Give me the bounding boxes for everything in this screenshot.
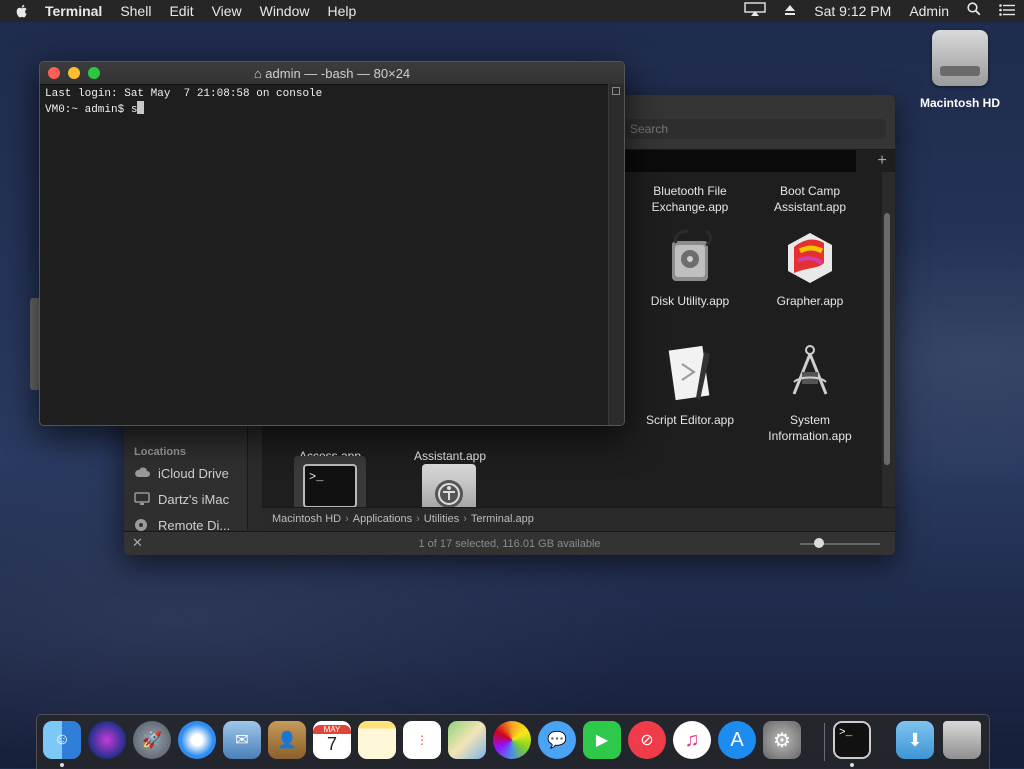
file-item-label: Grapher.app bbox=[776, 294, 844, 308]
dock-safari-icon[interactable]: ✧ bbox=[178, 721, 216, 759]
dock-downloads-folder-icon[interactable]: ⬇ bbox=[896, 721, 934, 759]
finder-status-bar: ✕ 1 of 17 selected, 116.01 GB available bbox=[124, 531, 895, 555]
terminal-prompt-line: VM0:~ admin$ s bbox=[45, 101, 605, 117]
notification-center-icon[interactable] bbox=[990, 0, 1024, 22]
menu-app-name[interactable]: Terminal bbox=[36, 0, 111, 22]
dock-contacts-icon[interactable]: 👤 bbox=[268, 721, 306, 759]
eject-icon[interactable] bbox=[775, 0, 805, 22]
terminal-title: ⌂ admin — -bash — 80×24 bbox=[40, 66, 624, 81]
text-cursor bbox=[137, 101, 145, 114]
dock-trash-icon[interactable] bbox=[943, 721, 981, 759]
script-editor-icon bbox=[660, 342, 720, 406]
file-item-label: Disk Utility.app bbox=[650, 294, 730, 308]
spotlight-search-icon[interactable] bbox=[958, 0, 990, 22]
sidebar-item-label: iCloud Drive bbox=[158, 465, 229, 481]
menu-edit[interactable]: Edit bbox=[160, 0, 202, 22]
terminal-prompt: VM0:~ admin$ s bbox=[45, 104, 138, 116]
menu-extras: Sat 9:12 PM Admin bbox=[735, 0, 1024, 22]
chevron-right-icon: › bbox=[463, 512, 467, 525]
sidebar-item-icloud-drive[interactable]: iCloud Drive bbox=[134, 463, 229, 483]
dock-system-preferences-icon[interactable]: ⚙ bbox=[763, 721, 801, 759]
home-folder-icon: ⌂ bbox=[253, 66, 266, 81]
dock-mail-icon[interactable]: ✉ bbox=[223, 721, 261, 759]
dock-news-icon[interactable]: ⊘ bbox=[628, 721, 666, 759]
sidebar-item-label: Dartz's iMac bbox=[158, 491, 230, 507]
dock-launchpad-icon[interactable]: 🚀 bbox=[133, 721, 171, 759]
desktop-macintosh-hd[interactable]: Macintosh HD bbox=[918, 30, 1002, 110]
terminal-app-icon: >_ bbox=[303, 464, 357, 508]
dock-calendar-icon[interactable]: MAY 7 bbox=[313, 721, 351, 759]
finder-path-bar: Macintosh HD › Applications › Utilities … bbox=[262, 507, 895, 529]
file-item-disk-utility[interactable]: Disk Utility.app bbox=[630, 227, 750, 309]
chevron-right-icon: › bbox=[416, 512, 420, 525]
sidebar-item-imac[interactable]: Dartz's iMac bbox=[134, 489, 229, 509]
dock-reminders-icon[interactable]: ⋮ bbox=[403, 721, 441, 759]
menu-window[interactable]: Window bbox=[251, 0, 319, 22]
chevron-right-icon: › bbox=[345, 512, 349, 525]
dock-facetime-icon[interactable]: ▶ bbox=[583, 721, 621, 759]
file-item-boot-camp-assistant[interactable]: Boot Camp Assistant.app bbox=[750, 183, 870, 215]
calendar-day: 7 bbox=[326, 734, 337, 754]
dock-siri-icon[interactable] bbox=[88, 721, 126, 759]
path-crumb-utilities[interactable]: Utilities bbox=[424, 513, 459, 525]
dock-maps-icon[interactable] bbox=[448, 721, 486, 759]
terminal-window: ⌂ admin — -bash — 80×24 Last login: Sat … bbox=[39, 61, 625, 426]
dock-app-store-icon[interactable]: A bbox=[718, 721, 756, 759]
terminal-output[interactable]: Last login: Sat May 7 21:08:58 on consol… bbox=[40, 84, 610, 425]
new-tab-plus-icon[interactable]: + bbox=[873, 152, 891, 170]
running-indicator bbox=[60, 763, 64, 767]
dock-itunes-icon[interactable]: ♫ bbox=[673, 721, 711, 759]
menu-shell[interactable]: Shell bbox=[111, 0, 160, 22]
calendar-month: MAY bbox=[313, 725, 351, 734]
menu-clock[interactable]: Sat 9:12 PM bbox=[805, 0, 900, 22]
computer-icon bbox=[134, 492, 150, 506]
dock-divider bbox=[824, 723, 825, 761]
terminal-title-bar[interactable]: ⌂ admin — -bash — 80×24 bbox=[40, 62, 624, 85]
file-item-system-information[interactable]: System Information.app bbox=[750, 342, 870, 444]
path-crumb-terminal-app[interactable]: Terminal.app bbox=[471, 513, 534, 525]
sidebar-section-locations: Locations bbox=[134, 446, 186, 458]
finder-tab[interactable] bbox=[624, 150, 856, 172]
menu-user[interactable]: Admin bbox=[900, 0, 958, 22]
menu-view[interactable]: View bbox=[203, 0, 251, 22]
dock-notes-icon[interactable] bbox=[358, 721, 396, 759]
disk-utility-icon bbox=[662, 227, 718, 287]
desktop-hd-label: Macintosh HD bbox=[919, 96, 1000, 110]
dock-photos-icon[interactable] bbox=[493, 721, 531, 759]
airplay-icon[interactable] bbox=[735, 0, 775, 22]
hard-drive-icon bbox=[932, 30, 988, 86]
file-item-label: Script Editor.app bbox=[645, 413, 735, 427]
file-item-label: System Information.app bbox=[768, 413, 852, 443]
system-information-icon bbox=[780, 342, 840, 406]
terminal-title-text: admin — -bash — 80×24 bbox=[265, 66, 411, 81]
dock-finder-icon[interactable]: ☺ bbox=[43, 721, 81, 759]
path-crumb-applications[interactable]: Applications bbox=[353, 513, 412, 525]
terminal-line: Last login: Sat May 7 21:08:58 on consol… bbox=[45, 88, 323, 100]
status-text: 1 of 17 selected, 116.01 GB available bbox=[418, 538, 601, 550]
menu-help[interactable]: Help bbox=[318, 0, 365, 22]
icon-size-slider-track[interactable] bbox=[800, 543, 880, 545]
file-item-bluetooth-file-exchange[interactable]: Bluetooth File Exchange.app bbox=[630, 183, 750, 215]
dock-terminal-icon[interactable]: >_ bbox=[833, 721, 871, 759]
dock-messages-icon[interactable]: 💬 bbox=[538, 721, 576, 759]
menu-bar: Terminal Shell Edit View Window Help Sat… bbox=[0, 0, 1024, 22]
running-indicator bbox=[850, 763, 854, 767]
dock: ☺ 🚀 ✧ ✉ 👤 MAY 7 ⋮ 💬 ▶ ⊘ ♫ A ⚙ >_ ⬇ bbox=[36, 714, 990, 769]
path-crumb-macintosh-hd[interactable]: Macintosh HD bbox=[272, 513, 341, 525]
cloud-icon bbox=[134, 466, 150, 480]
terminal-scrollbar[interactable] bbox=[608, 84, 624, 425]
finder-search-field[interactable]: Search bbox=[624, 119, 886, 139]
finder-scrollbar[interactable] bbox=[884, 213, 890, 465]
file-item-grapher[interactable]: Grapher.app bbox=[750, 227, 870, 309]
split-pane-icon[interactable] bbox=[612, 87, 620, 95]
file-item-script-editor[interactable]: Script Editor.app bbox=[630, 342, 750, 428]
apple-menu-icon[interactable] bbox=[14, 3, 30, 19]
disc-icon bbox=[134, 518, 150, 532]
icon-size-slider-knob[interactable] bbox=[814, 538, 824, 548]
file-item-migration-assistant[interactable]: Assistant.app bbox=[390, 448, 510, 464]
grapher-icon bbox=[780, 227, 840, 287]
